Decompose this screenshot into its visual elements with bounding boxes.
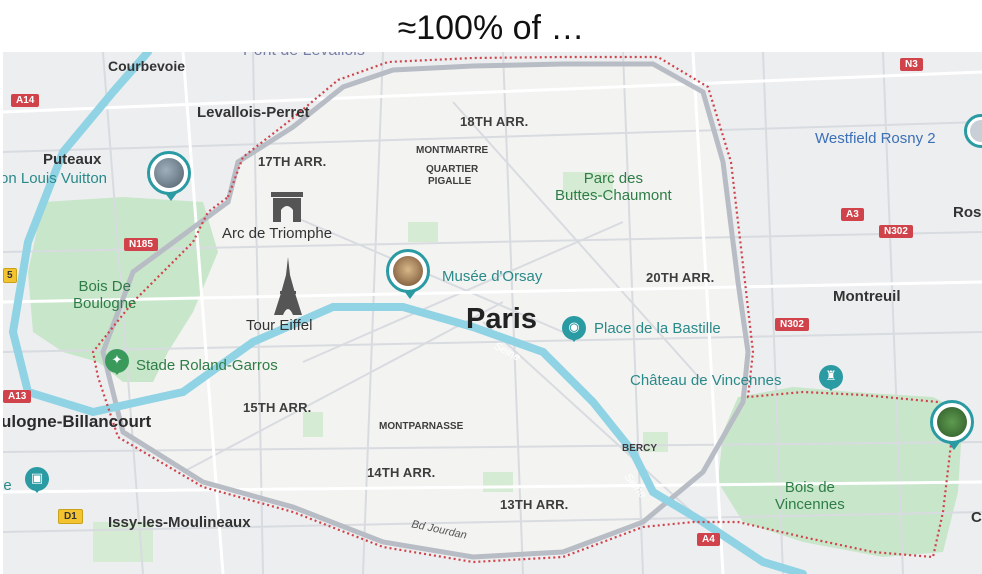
- poi-fondation-louis-vuitton[interactable]: on Louis Vuitton: [3, 170, 107, 187]
- road-shield-a4: A4: [697, 533, 720, 546]
- museum-icon[interactable]: ▣: [25, 467, 49, 493]
- road-shield-a14: A14: [11, 94, 40, 107]
- bridge-pont-de-levallois: Pont de Levallois: [243, 52, 365, 60]
- park-label-bois-vincennes: Bois de Vincennes: [775, 479, 845, 513]
- poi-musee-orsay[interactable]: Musée d'Orsay: [442, 268, 542, 285]
- town-issy: Issy-les-Moulineaux: [108, 514, 251, 531]
- camera-icon[interactable]: ◉: [562, 316, 586, 342]
- poi-chateau-vincennes[interactable]: Château de Vincennes: [630, 372, 782, 389]
- poi-left-edge[interactable]: le: [3, 477, 12, 494]
- poi-place-bastille[interactable]: Place de la Bastille: [594, 320, 721, 337]
- road-shield-n3: N3: [900, 58, 923, 71]
- arc-de-triomphe-icon[interactable]: [269, 190, 305, 224]
- road-shield-n185: N185: [124, 238, 158, 251]
- stadium-icon[interactable]: ✦: [105, 349, 129, 375]
- road-shield-5: 5: [3, 268, 17, 283]
- park-label-bois-boulogne: Bois De Boulogne: [73, 278, 137, 312]
- town-rosny: Ros: [953, 204, 982, 221]
- poi-westfield-rosny[interactable]: Westfield Rosny 2: [815, 130, 936, 147]
- road-shield-a3: A3: [841, 208, 864, 221]
- castle-icon[interactable]: ♜: [819, 365, 843, 391]
- road-shield-d1: D1: [58, 509, 83, 524]
- page-title: ≈100% of …: [397, 9, 585, 47]
- photo-pin-orsay[interactable]: [386, 249, 430, 299]
- photo-pin-louis-vuitton[interactable]: [147, 151, 191, 201]
- town-levallois: Levallois-Perret: [197, 104, 310, 121]
- arr-20: 20TH ARR.: [646, 270, 715, 285]
- arr-14: 14TH ARR.: [367, 465, 436, 480]
- hood-quartier: QUARTIER: [426, 164, 479, 175]
- eiffel-tower-icon[interactable]: [273, 257, 303, 315]
- town-courbevoie: Courbevoie: [108, 58, 186, 74]
- town-puteaux: Puteaux: [43, 151, 102, 168]
- road-shield-a13: A13: [3, 390, 32, 403]
- town-montreuil: Montreuil: [833, 288, 901, 305]
- road-shield-n302b: N302: [775, 318, 809, 331]
- arr-15: 15TH ARR.: [243, 400, 312, 415]
- hood-montparnasse: MONTPARNASSE: [379, 421, 464, 432]
- road-shield-n302a: N302: [879, 225, 913, 238]
- map-canvas[interactable]: A14 N185 N3 A3 N302 N302 A13 D1 A4 5 Cou…: [3, 52, 982, 574]
- hood-pigalle: PIGALLE: [428, 176, 472, 187]
- arr-13: 13TH ARR.: [500, 497, 569, 512]
- photo-pin-vincennes[interactable]: [930, 400, 974, 450]
- hood-montmartre: MONTMARTRE: [416, 145, 489, 156]
- arr-18: 18TH ARR.: [460, 114, 529, 129]
- park-label-buttes-chaumont: Parc des Buttes-Chaumont: [555, 170, 672, 204]
- town-c: C: [971, 509, 982, 526]
- poi-stade-roland-garros[interactable]: Stade Roland-Garros: [136, 357, 278, 374]
- poi-tour-eiffel[interactable]: Tour Eiffel: [246, 317, 312, 334]
- town-boulogne-billancourt: ulogne-Billancourt: [3, 412, 152, 431]
- hood-bercy: BERCY: [622, 443, 658, 454]
- city-paris: Paris: [466, 303, 537, 335]
- poi-arc-de-triomphe[interactable]: Arc de Triomphe: [222, 225, 332, 242]
- arr-17: 17TH ARR.: [258, 154, 327, 169]
